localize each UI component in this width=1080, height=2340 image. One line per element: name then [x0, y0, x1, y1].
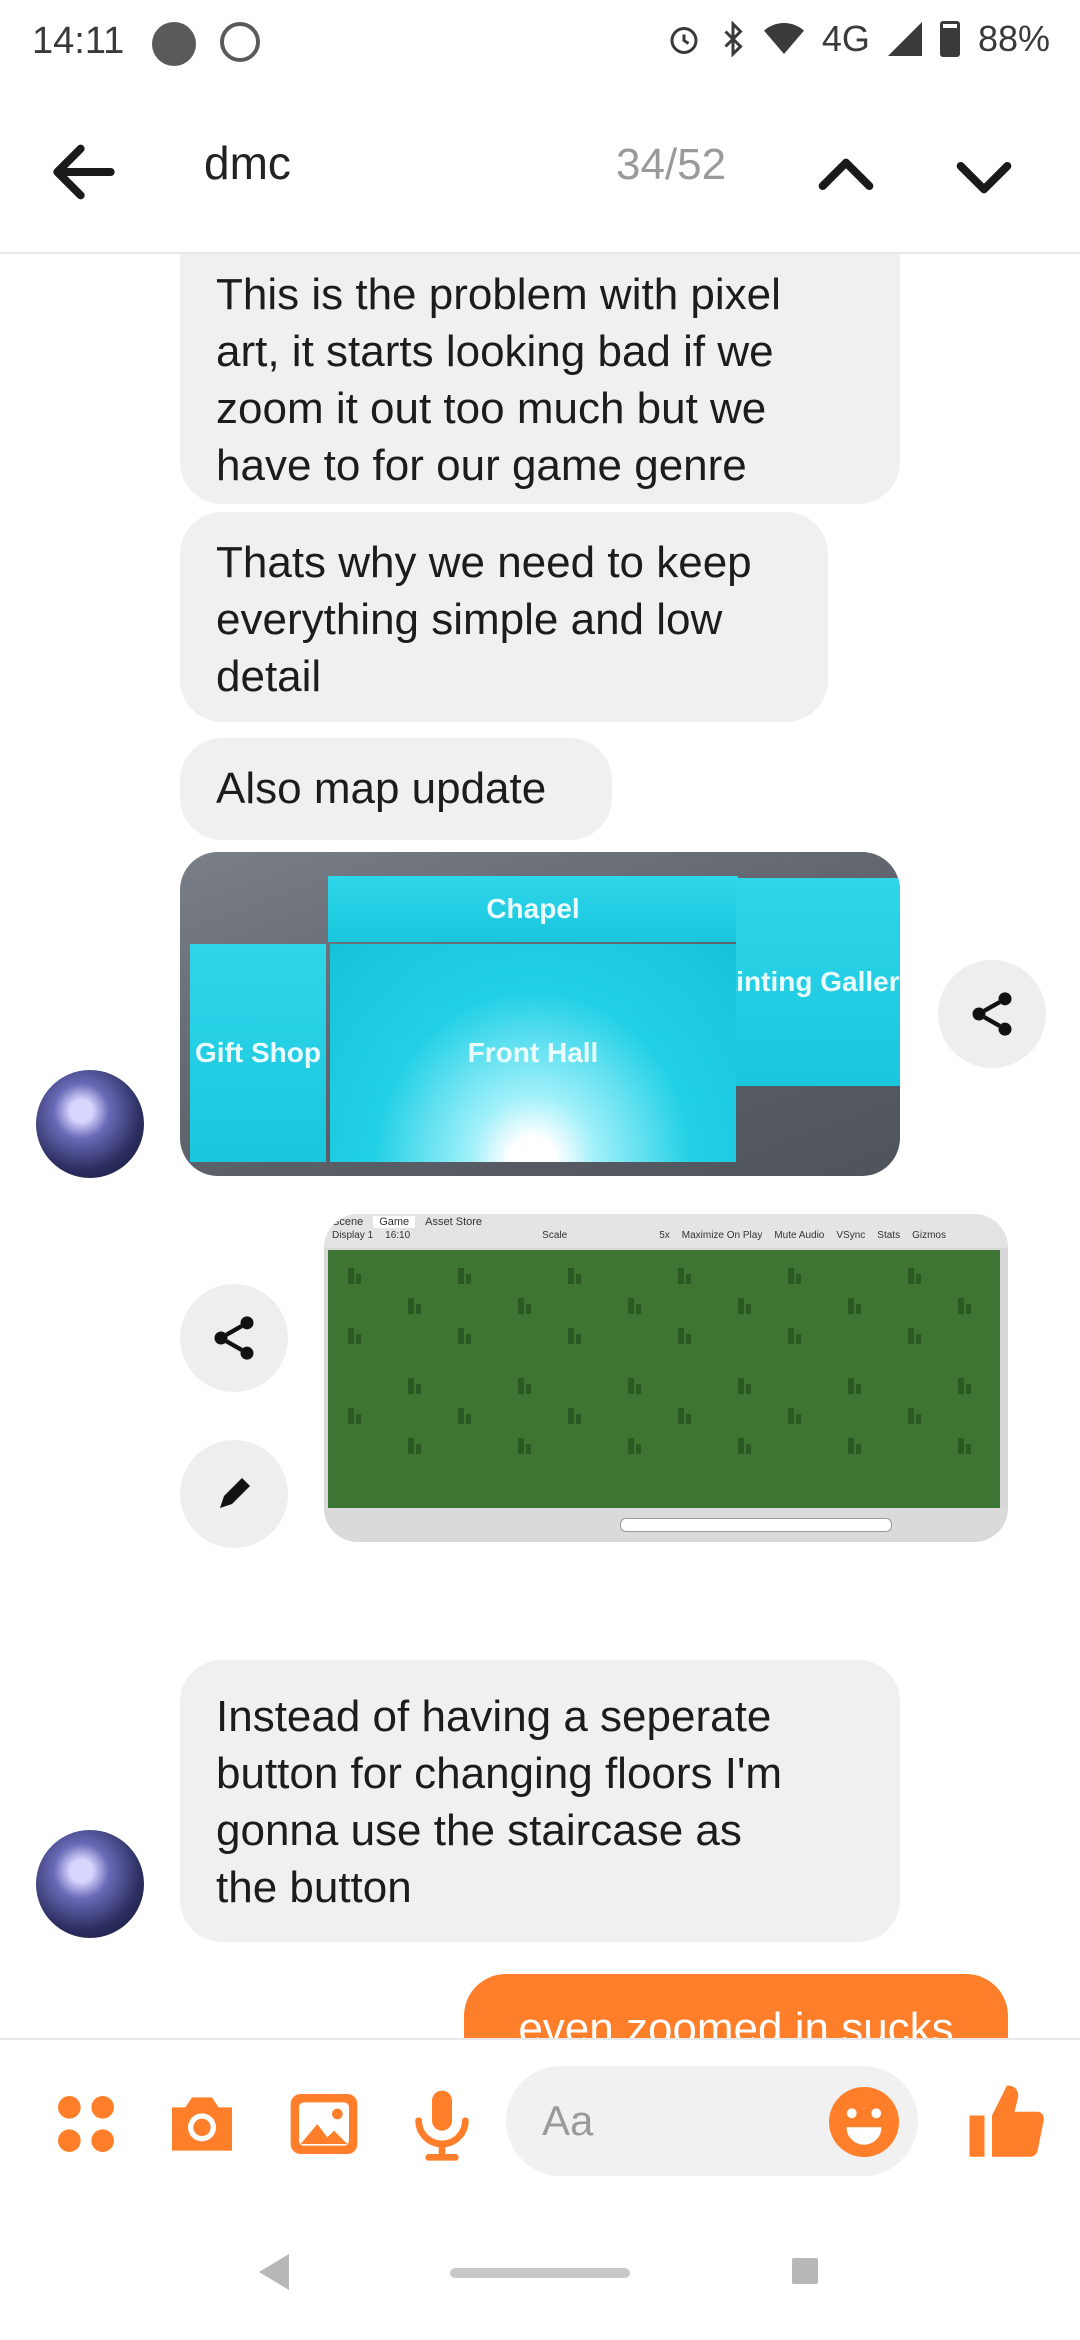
grass-tuft: [678, 1328, 691, 1344]
nav-home-pill[interactable]: [450, 2268, 630, 2278]
bluetooth-icon: [724, 21, 743, 57]
share-icon: [214, 1316, 254, 1360]
grass-tuft: [458, 1328, 471, 1344]
status-indicators: 4G 88%: [666, 18, 1050, 60]
contact-avatar[interactable]: [36, 1830, 144, 1938]
share-icon: [972, 992, 1012, 1036]
next-result-chevron-down-icon[interactable]: [944, 136, 1024, 216]
grass-tuft: [628, 1298, 641, 1314]
system-navigation-bar: [0, 2204, 1080, 2340]
grass-tuft: [518, 1298, 531, 1314]
signal-icon: [887, 22, 922, 56]
grass-tuft: [568, 1268, 581, 1284]
grass-field: [328, 1250, 1000, 1508]
camera-icon[interactable]: [162, 2084, 242, 2164]
editor-bottom-bar: [324, 1508, 1008, 1542]
status-time: 14:11: [32, 20, 125, 62]
previous-result-chevron-up-icon[interactable]: [806, 136, 886, 216]
grass-tuft: [348, 1408, 361, 1424]
search-header: dmc 34/52: [0, 86, 1080, 254]
edit-button[interactable]: [180, 1440, 288, 1548]
grass-tuft: [678, 1408, 691, 1424]
more-apps-icon[interactable]: [46, 2084, 126, 2164]
grass-tuft: [568, 1328, 581, 1344]
grass-tuft: [848, 1378, 861, 1394]
share-button[interactable]: [938, 960, 1046, 1068]
grass-tuft: [628, 1378, 641, 1394]
editor-toolbar: Scene Game Asset Store Display 1 16:10 S…: [324, 1214, 1008, 1248]
grass-tuft: [788, 1408, 801, 1424]
wifi-icon: [763, 23, 804, 54]
grass-tuft: [408, 1438, 421, 1454]
nav-back-icon[interactable]: [258, 2254, 290, 2290]
grass-tuft: [678, 1268, 691, 1284]
back-arrow-icon[interactable]: [44, 132, 124, 212]
own-message-bubble[interactable]: even zoomed in sucks: [464, 1974, 1008, 2038]
grass-tuft: [788, 1268, 801, 1284]
pencil-icon: [220, 1478, 250, 1508]
message-composer: [0, 2038, 1080, 2204]
thumbs-up-icon[interactable]: [962, 2078, 1052, 2168]
shared-game-screenshot[interactable]: Scene Game Asset Store Display 1 16:10 S…: [324, 1214, 1008, 1542]
grass-tuft: [628, 1438, 641, 1454]
shared-map-image[interactable]: Chapel Painting Galler Gift Shop Front H…: [180, 852, 900, 1176]
notification-dot-icon: [152, 22, 196, 66]
grass-tuft: [848, 1438, 861, 1454]
grass-tuft: [738, 1298, 751, 1314]
battery-percent: 88%: [977, 18, 1050, 59]
grass-tuft: [908, 1328, 921, 1344]
grass-tuft: [958, 1298, 971, 1314]
grass-tuft: [908, 1268, 921, 1284]
gallery-icon[interactable]: [284, 2084, 364, 2164]
grass-tuft: [518, 1378, 531, 1394]
map-room-front-hall: Front Hall: [330, 944, 736, 1162]
message-bubble[interactable]: This is the problem with pixel art, it s…: [180, 254, 900, 504]
grass-tuft: [518, 1438, 531, 1454]
grass-tuft: [788, 1328, 801, 1344]
alarm-icon: [670, 27, 698, 54]
message-thread[interactable]: This is the problem with pixel art, it s…: [0, 254, 1080, 2038]
map-room-chapel: Chapel: [328, 876, 738, 942]
grass-tuft: [408, 1378, 421, 1394]
grass-tuft: [738, 1378, 751, 1394]
grass-tuft: [458, 1408, 471, 1424]
messenger-icon: [220, 22, 260, 62]
grass-tuft: [348, 1328, 361, 1344]
map-room-painting-gallery: Painting Galler: [736, 878, 900, 1086]
grass-tuft: [908, 1408, 921, 1424]
emoji-icon[interactable]: [822, 2080, 906, 2164]
battery-icon: [939, 21, 960, 57]
nav-recents-icon[interactable]: [792, 2258, 818, 2284]
grass-tuft: [408, 1298, 421, 1314]
share-button[interactable]: [180, 1284, 288, 1392]
contact-avatar[interactable]: [36, 1070, 144, 1178]
grass-tuft: [848, 1298, 861, 1314]
map-room-gift-shop: Gift Shop: [190, 944, 326, 1162]
grass-tuft: [568, 1408, 581, 1424]
grass-tuft: [738, 1438, 751, 1454]
status-bar: 14:11 4G 88%: [0, 0, 1080, 86]
message-bubble[interactable]: Instead of having a seperate button for …: [180, 1660, 900, 1942]
grass-tuft: [958, 1438, 971, 1454]
search-query[interactable]: dmc: [204, 136, 291, 190]
microphone-icon[interactable]: [402, 2084, 482, 2164]
grass-tuft: [958, 1378, 971, 1394]
message-bubble[interactable]: Thats why we need to keep everything sim…: [180, 512, 828, 722]
grass-tuft: [458, 1268, 471, 1284]
message-bubble[interactable]: Also map update: [180, 738, 612, 840]
network-type: 4G: [821, 18, 870, 59]
search-result-counter: 34/52: [616, 140, 727, 189]
grass-tuft: [348, 1268, 361, 1284]
